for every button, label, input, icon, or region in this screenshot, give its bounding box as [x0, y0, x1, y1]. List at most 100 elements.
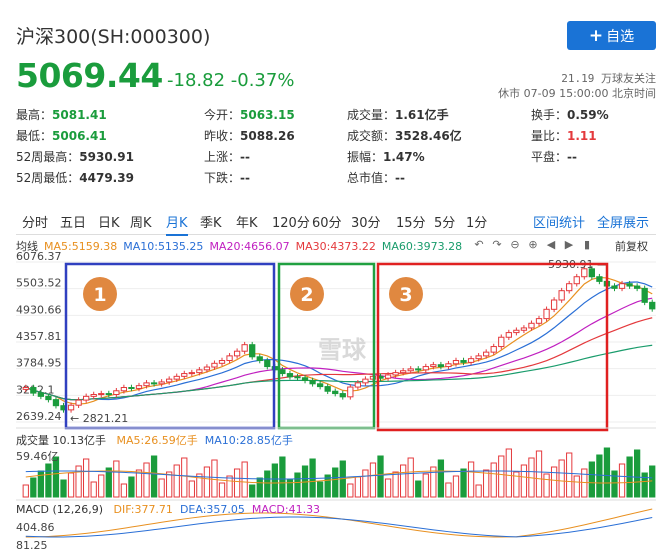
- volume-bar: [452, 475, 460, 498]
- candle-body: [558, 290, 565, 301]
- candle-body: [233, 350, 241, 357]
- volume-bar: [256, 477, 263, 498]
- candle-body: [430, 364, 437, 368]
- candle-body: [354, 382, 362, 388]
- macd-prefix: MACD (12,26,9): [16, 503, 104, 516]
- candle-body: [166, 378, 173, 383]
- volume-bar: [135, 469, 143, 498]
- volume-ma10: MA10:28.85亿手: [204, 434, 293, 447]
- candle-body: [415, 368, 422, 371]
- volume-bar: [45, 463, 52, 498]
- candle-body: [67, 404, 75, 411]
- y-tick-label: 4930.66: [16, 303, 62, 316]
- candle-body: [452, 360, 460, 365]
- volume-bar: [203, 466, 211, 498]
- volume-bar: [218, 482, 226, 498]
- candle-body: [392, 372, 399, 376]
- volume-bar: [241, 461, 248, 498]
- annotation-label-3: 3: [399, 284, 412, 306]
- candle-body: [437, 364, 445, 368]
- candle-body: [226, 355, 233, 362]
- candle-body: [181, 373, 188, 377]
- volume-bar: [392, 471, 399, 498]
- volume-bar: [535, 450, 543, 498]
- candle-body: [135, 385, 143, 389]
- candle-body: [286, 373, 294, 378]
- candle-body: [256, 356, 263, 362]
- volume-bar: [316, 481, 324, 498]
- candle-body: [249, 344, 256, 358]
- volume-bar: [384, 478, 392, 498]
- candle-body: [618, 283, 626, 289]
- candle-body: [309, 380, 316, 385]
- watermark-logo: 雪球: [318, 336, 366, 364]
- volume-bar: [566, 452, 573, 498]
- volume-bar: [407, 457, 414, 498]
- volume-bar: [483, 469, 490, 498]
- volume-bar: [588, 461, 595, 498]
- volume-bar: [249, 484, 256, 498]
- volume-bar: [641, 472, 648, 498]
- candle-body: [188, 372, 195, 375]
- volume-tick-label: 59.46亿: [16, 450, 59, 463]
- volume-bar: [98, 474, 105, 498]
- candle-body: [422, 366, 429, 371]
- candle-body: [550, 299, 558, 310]
- candle-body: [196, 369, 203, 374]
- volume-bar: [211, 459, 218, 498]
- candle-body: [520, 327, 528, 331]
- candle-body: [483, 351, 490, 357]
- volume-bar: [181, 457, 188, 498]
- candle-body: [596, 276, 603, 282]
- candle-body: [203, 366, 211, 371]
- candle-body: [83, 395, 90, 401]
- candle-body: [633, 285, 641, 289]
- candle-body: [543, 308, 550, 320]
- candle-body: [22, 387, 29, 390]
- y-tick-label: 3784.95: [16, 357, 62, 370]
- candle-body: [150, 382, 158, 385]
- volume-bar: [618, 463, 626, 498]
- candle-body: [301, 377, 309, 382]
- candle-body: [611, 285, 618, 289]
- candle-body: [566, 283, 573, 292]
- macd-legend: MACD (12,26,9) DIF:377.71 DEA:357.05 MAC…: [16, 503, 320, 516]
- volume-bar: [558, 459, 565, 498]
- candle-body: [535, 318, 543, 324]
- candle-body: [113, 390, 120, 395]
- volume-bar: [60, 479, 67, 498]
- candle-body: [460, 360, 467, 363]
- y-tick-label: 4357.81: [16, 330, 62, 343]
- candle-body: [407, 368, 414, 372]
- candle-body: [158, 381, 165, 385]
- candle-body: [45, 395, 52, 401]
- candle-body: [279, 369, 286, 375]
- volume-bar: [226, 475, 233, 498]
- volume-prefix: 成交量 10.13亿手: [16, 434, 106, 447]
- candle-body: [90, 393, 97, 397]
- candle-body: [52, 399, 60, 407]
- candle-body: [467, 358, 475, 363]
- volume-bar: [520, 464, 528, 498]
- macd-dea: DEA:357.05: [179, 503, 245, 516]
- candle-body: [128, 387, 135, 390]
- volume-bar: [347, 483, 354, 498]
- candle-body: [211, 362, 218, 368]
- volume-legend: 成交量 10.13亿手 MA5:26.59亿手 MA10:28.85亿手: [16, 432, 293, 448]
- volume-bar: [550, 466, 558, 498]
- annotation-label-1: 1: [93, 284, 106, 306]
- candle-body: [505, 332, 512, 338]
- volume-bar: [22, 484, 29, 498]
- volume-bar: [415, 480, 422, 498]
- volume-bar: [505, 448, 512, 498]
- kline-chart: 6076.375503.524930.664357.813784.953212.…: [16, 250, 656, 552]
- volume-bar: [603, 447, 611, 498]
- candle-body: [445, 363, 452, 368]
- volume-bar: [460, 468, 467, 498]
- candle-body: [339, 393, 346, 398]
- candle-body: [362, 378, 369, 384]
- candle-body: [120, 387, 128, 392]
- candle-body: [264, 360, 271, 368]
- y-tick-label: 5503.52: [16, 277, 62, 290]
- volume-bar: [543, 473, 550, 498]
